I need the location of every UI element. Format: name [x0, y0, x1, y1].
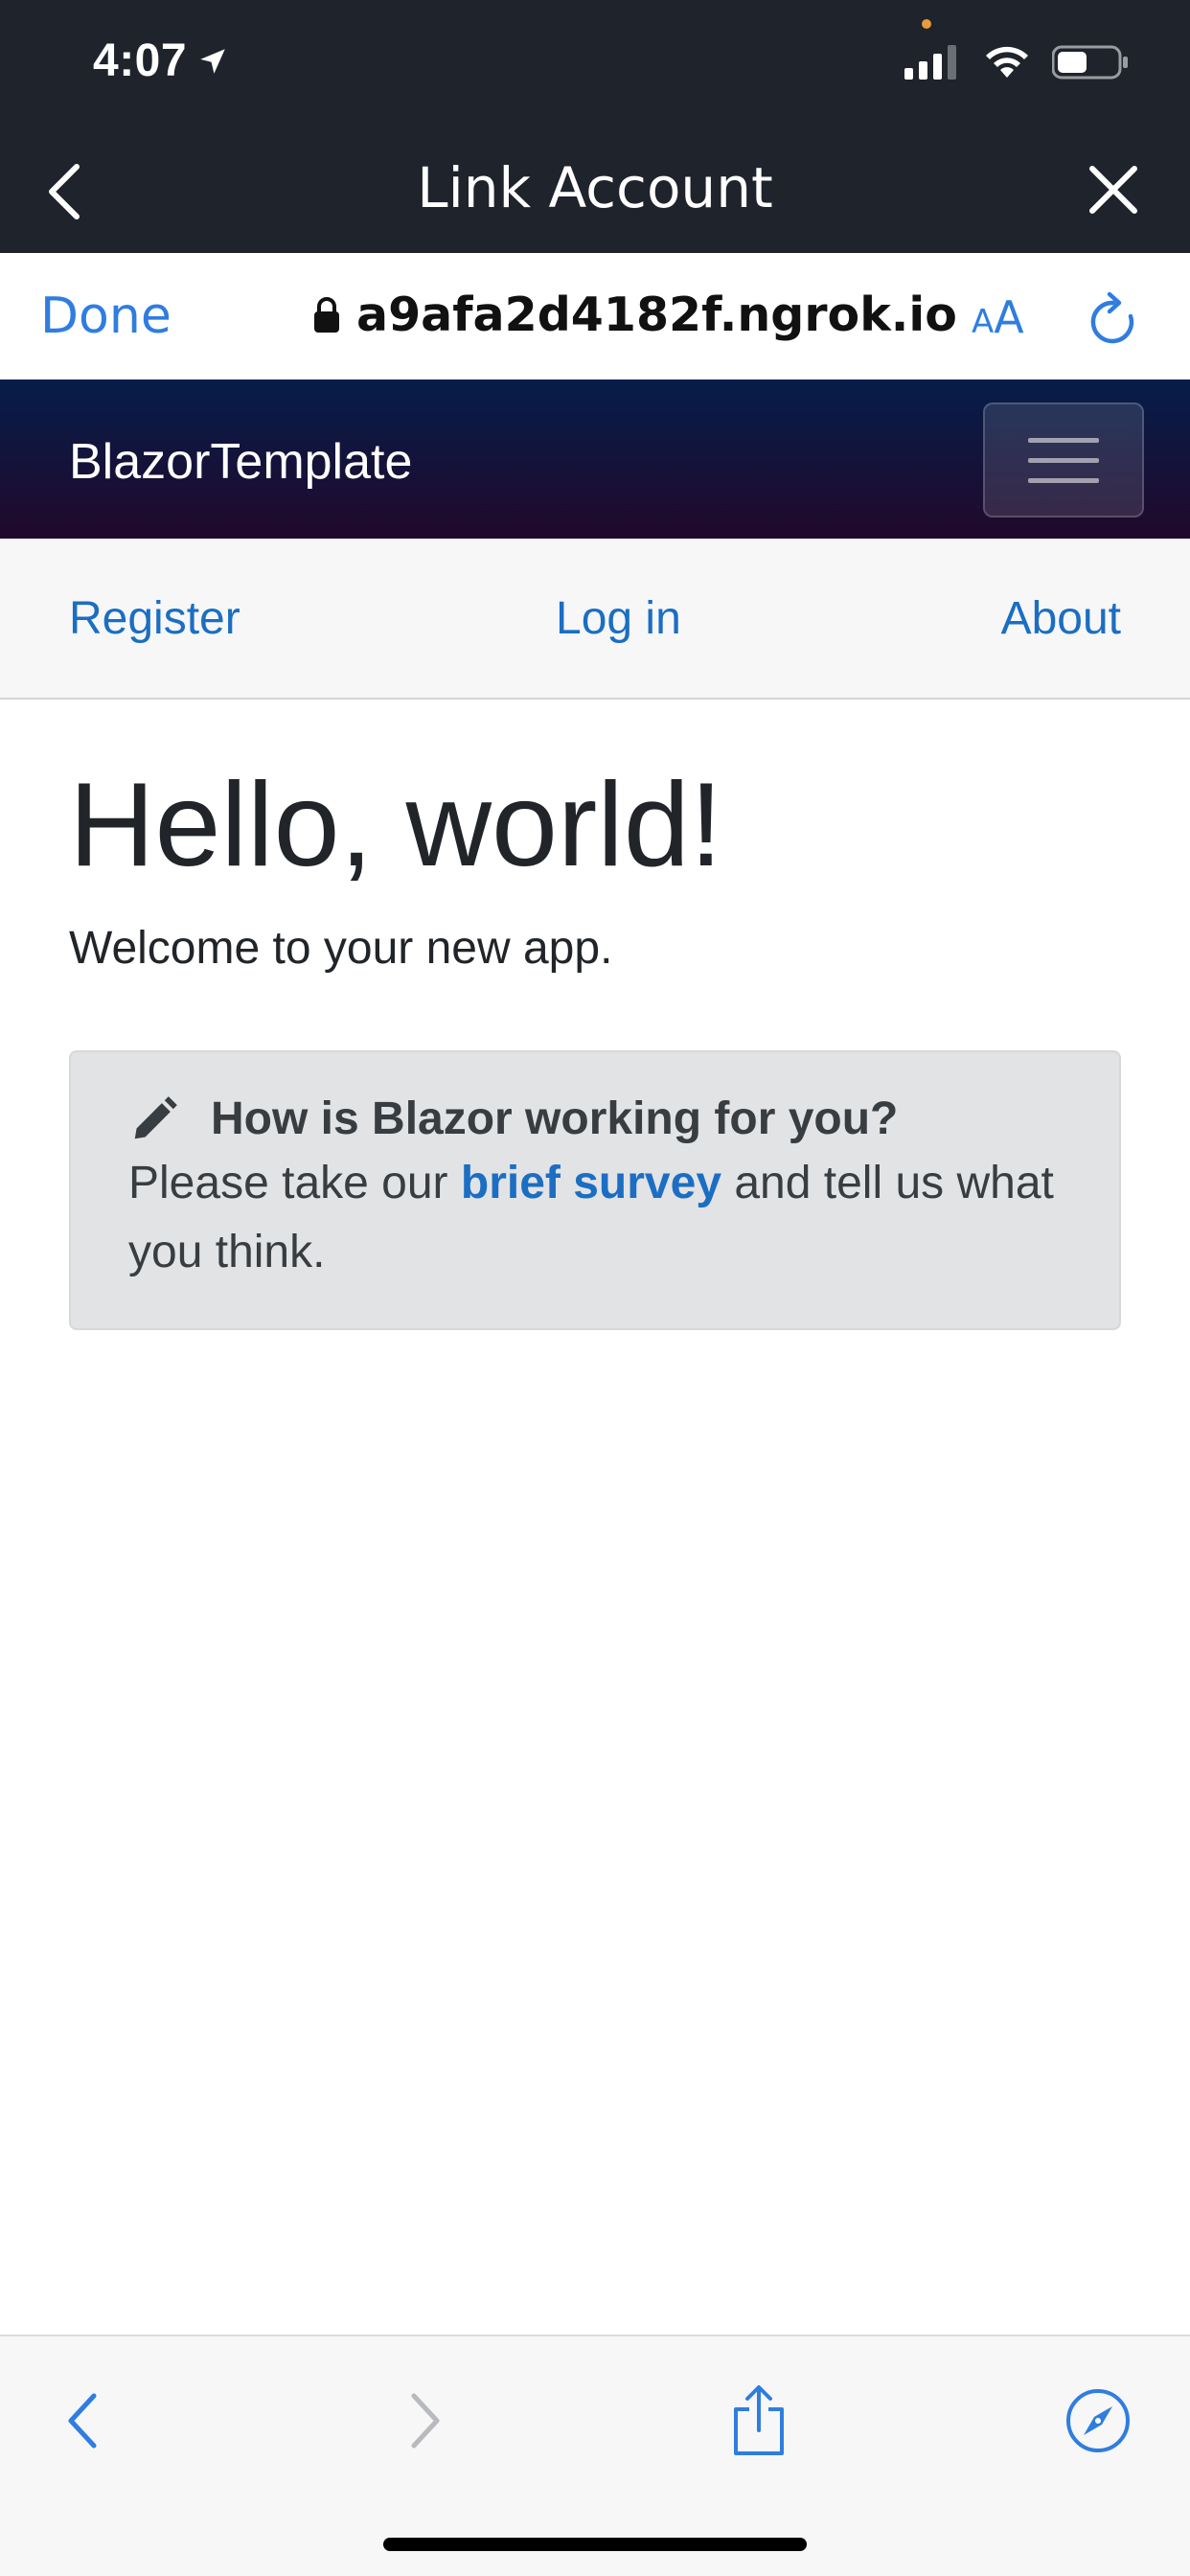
location-arrow-icon — [200, 48, 225, 74]
survey-link[interactable]: brief survey — [461, 1158, 721, 1208]
text-size-big-label: A — [994, 291, 1024, 343]
pencil-icon — [134, 1095, 177, 1138]
url-text: a9afa2d4182f.ngrok.io — [356, 288, 957, 342]
done-button[interactable]: Done — [40, 288, 172, 345]
brand-link[interactable]: BlazorTemplate — [69, 433, 412, 491]
survey-alert: How is Blazor working for you? Please ta… — [69, 1050, 1121, 1330]
about-link[interactable]: About — [1001, 592, 1121, 645]
modal-title: Link Account — [417, 155, 773, 220]
page-title: Hello, world! — [69, 759, 723, 891]
battery-icon — [1052, 45, 1128, 80]
login-link[interactable]: Log in — [556, 592, 681, 645]
browser-url-bar: Done a9afa2d4182f.ngrok.io AA — [0, 253, 1190, 380]
register-link[interactable]: Register — [69, 592, 240, 645]
recording-dot — [922, 19, 931, 29]
text-size-button[interactable]: AA — [972, 291, 1024, 343]
status-bar: 4:07 — [0, 0, 1190, 126]
page-subtitle: Welcome to your new app. — [69, 923, 613, 974]
lock-icon — [314, 296, 339, 333]
back-icon[interactable] — [44, 2382, 121, 2459]
safari-compass-icon[interactable] — [1060, 2382, 1136, 2459]
status-time: 4:07 — [93, 34, 229, 87]
reload-icon[interactable] — [1088, 291, 1138, 349]
survey-text-before: Please take our — [128, 1158, 461, 1208]
survey-header: How is Blazor working for you? — [128, 1092, 1062, 1145]
home-indicator — [383, 2538, 807, 2551]
status-time-text: 4:07 — [93, 35, 188, 86]
forward-icon[interactable] — [387, 2382, 464, 2459]
app-navbar: BlazorTemplate — [0, 380, 1190, 539]
hamburger-line — [1028, 437, 1099, 443]
text-size-small-label: A — [972, 303, 995, 341]
wifi-icon — [986, 46, 1028, 78]
signal-icon — [904, 45, 956, 80]
status-icons — [904, 44, 1129, 80]
address-field[interactable]: a9afa2d4182f.ngrok.io — [312, 288, 957, 342]
close-icon[interactable] — [1085, 161, 1142, 218]
hamburger-line — [1028, 477, 1099, 483]
share-icon[interactable] — [721, 2382, 797, 2459]
hamburger-line — [1028, 457, 1099, 463]
survey-title: How is Blazor working for you? — [211, 1093, 899, 1144]
top-row: Register Log in About — [0, 539, 1190, 700]
survey-text: Please take our brief survey and tell us… — [128, 1149, 1062, 1287]
modal-header: Link Account — [0, 126, 1190, 253]
hamburger-icon[interactable] — [983, 402, 1144, 518]
